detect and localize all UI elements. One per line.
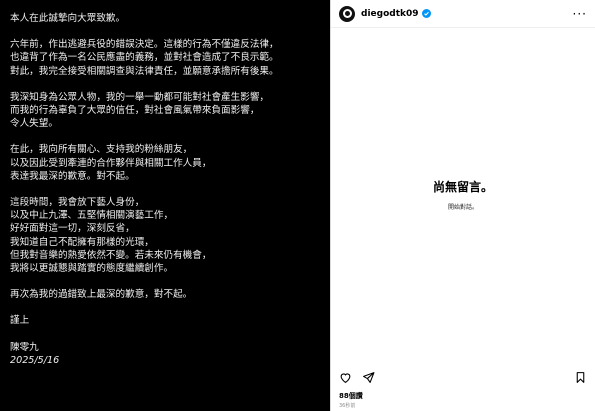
letter-line: 而我的行為辜負了大眾的信任，對社會風氣帶來負面影響， (10, 105, 260, 117)
letter-line: 我知道自己不配擁有那樣的光環， (10, 236, 154, 248)
post-sidebar: diegodtk09 ··· 尚無留言。 開始對話。 88個讚 36秒前 (330, 0, 595, 411)
letter-line: 謹上 (10, 315, 30, 327)
post-timestamp: 36秒前 (339, 403, 356, 409)
letter-line: 令人失望。 (10, 118, 58, 130)
verified-badge-icon (421, 9, 431, 18)
letter-line: 陳零九 (10, 341, 39, 353)
no-comments-title: 尚無留言。 (432, 180, 493, 194)
letter-date: 2025/5/16 (10, 354, 60, 366)
letter-line: 對此，我完全接受相關調查與法律責任，並願意承擔所有後果。 (10, 65, 279, 77)
send-icon[interactable] (362, 371, 375, 384)
bookmark-icon[interactable] (574, 371, 587, 384)
letter-line: 也違背了作為一名公民應盡的義務，並對社會造成了不良示範。 (10, 52, 279, 64)
apology-letter: 本人在此誠摯向大眾致歉。六年前，作出逃避兵役的錯誤決定。這樣的行為不僅違反法律，… (10, 12, 324, 367)
action-bar (339, 368, 587, 386)
start-conversation-text: 開始對話。 (447, 204, 478, 211)
username[interactable]: diegodtk09 (361, 9, 419, 19)
heart-icon[interactable] (339, 371, 352, 384)
letter-line: 以及因此受到牽連的合作夥伴與相關工作人員， (10, 157, 212, 169)
letter-line: 這段時間，我會放下藝人身份， (10, 197, 145, 209)
letter-line: 六年前，作出逃避兵役的錯誤決定。這樣的行為不僅違反法律， (10, 39, 279, 51)
letter-line: 我深知身為公眾人物，我的一舉一動都可能對社會產生影響， (10, 91, 270, 103)
comments-empty-state: 尚無留言。 開始對話。 (331, 178, 595, 211)
letter-line: 本人在此誠摯向大眾致歉。 (10, 13, 126, 24)
more-options-icon[interactable]: ··· (573, 8, 587, 20)
post-header: diegodtk09 ··· (331, 0, 595, 28)
letter-line: 再次為我的過錯致上最深的歉意，對不起。 (10, 289, 193, 301)
letter-line: 表達我最深的歉意。對不起。 (10, 170, 135, 182)
like-count[interactable]: 88個讚 (339, 391, 363, 401)
letter-line: 以及中止九澤、五堅情相關演藝工作， (10, 210, 174, 222)
letter-line: 好好面對這一切，深刻反省， (10, 223, 135, 235)
post-image: 本人在此誠摯向大眾致歉。六年前，作出逃避兵役的錯誤決定。這樣的行為不僅違反法律，… (0, 0, 330, 411)
letter-line: 我將以更誠懇與踏實的態度繼續創作。 (10, 263, 174, 275)
letter-line: 在此，我向所有關心、支持我的粉絲朋友， (10, 144, 193, 156)
letter-line: 但我對音樂的熱愛依然不變。若未來仍有機會， (10, 249, 212, 261)
avatar-icon[interactable] (339, 5, 355, 22)
